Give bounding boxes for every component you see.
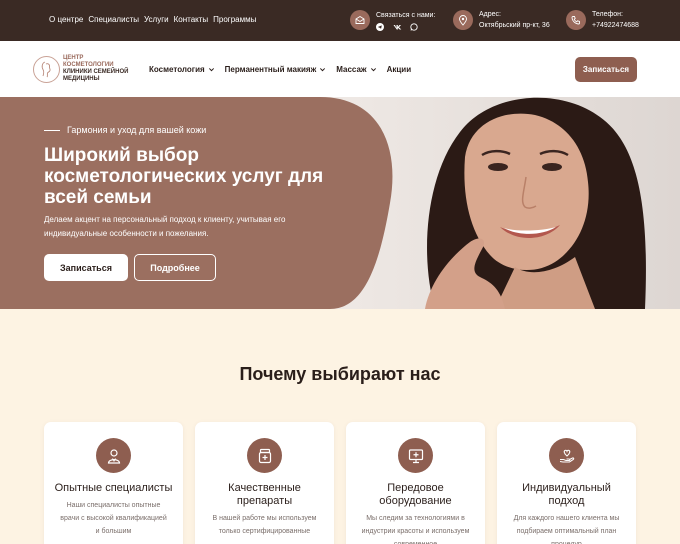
- top-nav-programs[interactable]: Программы: [213, 15, 256, 24]
- logo-title: ЦЕНТР КОСМЕТОЛОГИИ: [63, 55, 114, 68]
- card-text: Для каждого нашего клиента мы подбираем …: [513, 515, 620, 544]
- top-nav-about[interactable]: О центре: [49, 15, 83, 24]
- main-header: ЦЕНТР КОСМЕТОЛОГИИ КЛИНИКИ СЕМЕЙНОЙ МЕДИ…: [0, 41, 680, 97]
- card-title: Передовое оборудование: [379, 482, 452, 507]
- main-nav: Косметология Перманентный макияж Массаж …: [149, 65, 411, 74]
- nav-permanent-makeup-label: Перманентный макияж: [224, 65, 317, 74]
- top-bar: О центре Специалисты Услуги Контакты Про…: [0, 0, 680, 41]
- address-value: Октябрьский пр-кт, 36: [479, 22, 550, 29]
- hero-title: Широкий выбор косметологических услуг дл…: [44, 145, 324, 208]
- monitor-plus-icon: [398, 438, 433, 473]
- location-pin-icon: [453, 10, 473, 30]
- card-text: Мы следим за технологиями в индустрии кр…: [361, 515, 470, 544]
- feature-card-equipment: Передовое оборудование Мы следим за техн…: [346, 422, 485, 544]
- why-us-title: Почему выбирают нас: [239, 364, 441, 384]
- nav-massage-label: Массаж: [336, 65, 367, 74]
- top-nav-specialists[interactable]: Специалисты: [88, 15, 139, 24]
- address-block: Адрес: Октябрьский пр-кт, 36: [453, 8, 550, 32]
- hand-heart-icon: [549, 438, 584, 473]
- nav-cosmetology-label: Косметология: [149, 65, 205, 74]
- contact-label: Связаться с нами:: [376, 11, 436, 19]
- card-title: Качественные препараты: [228, 482, 301, 507]
- nav-permanent-makeup[interactable]: Перманентный макияж: [225, 65, 327, 74]
- vk-icon[interactable]: [393, 23, 402, 31]
- phone-label: Телефон:: [592, 11, 623, 18]
- telegram-icon[interactable]: [376, 22, 384, 31]
- chevron-down-icon: [208, 68, 214, 72]
- nav-promotions[interactable]: Акции: [387, 65, 412, 74]
- nav-cosmetology[interactable]: Косметология: [149, 65, 215, 74]
- logo[interactable]: ЦЕНТР КОСМЕТОЛОГИИ КЛИНИКИ СЕМЕЙНОЙ МЕДИ…: [33, 55, 133, 83]
- top-nav: О центре Специалисты Услуги Контакты Про…: [49, 15, 256, 24]
- card-text: В нашей работе мы используем только серт…: [212, 515, 317, 535]
- jar-icon: [247, 438, 282, 473]
- envelope-icon: [350, 10, 370, 30]
- whatsapp-icon[interactable]: [410, 22, 418, 31]
- phone-icon: [566, 10, 586, 30]
- phone-value[interactable]: +74922474688: [592, 20, 639, 31]
- eyebrow-line: [44, 130, 60, 131]
- hero-section: Гармония и уход для вашей кожи Широкий в…: [0, 97, 680, 309]
- feature-card-specialists: Опытные специалисты Наши специалисты опы…: [44, 422, 183, 544]
- hero-more-button[interactable]: Подробнее: [134, 254, 216, 281]
- contact-block: Связаться с нами:: [350, 8, 435, 32]
- hero-eyebrow: Гармония и уход для вашей кожи: [67, 125, 207, 135]
- top-nav-contacts[interactable]: Контакты: [174, 15, 209, 24]
- specialist-icon: [96, 438, 131, 473]
- nav-promotions-label: Акции: [386, 65, 412, 74]
- card-title: Индивидуальный подход: [522, 482, 611, 507]
- header-signup-button[interactable]: Записаться: [575, 57, 637, 82]
- hero-description: Делаем акцент на персональный подход к к…: [44, 215, 286, 238]
- phone-block: Телефон: +74922474688: [566, 8, 639, 32]
- card-title: Опытные специалисты: [54, 482, 173, 494]
- feature-card-products: Качественные препараты В нашей работе мы…: [195, 422, 334, 544]
- logo-face-icon: [33, 55, 60, 83]
- feature-card-approach: Индивидуальный подход Для каждого нашего…: [497, 422, 636, 544]
- hero-signup-button[interactable]: Записаться: [44, 254, 128, 281]
- chevron-down-icon: [320, 68, 326, 72]
- chevron-down-icon: [370, 68, 376, 72]
- address-label: Адрес:: [479, 11, 501, 18]
- nav-massage[interactable]: Массаж: [336, 65, 376, 74]
- top-nav-services[interactable]: Услуги: [144, 15, 169, 24]
- card-text: Наши специалисты опытные врачи с высокой…: [60, 502, 167, 535]
- logo-subtitle: КЛИНИКИ СЕМЕЙНОЙ МЕДИЦИНЫ: [63, 69, 129, 82]
